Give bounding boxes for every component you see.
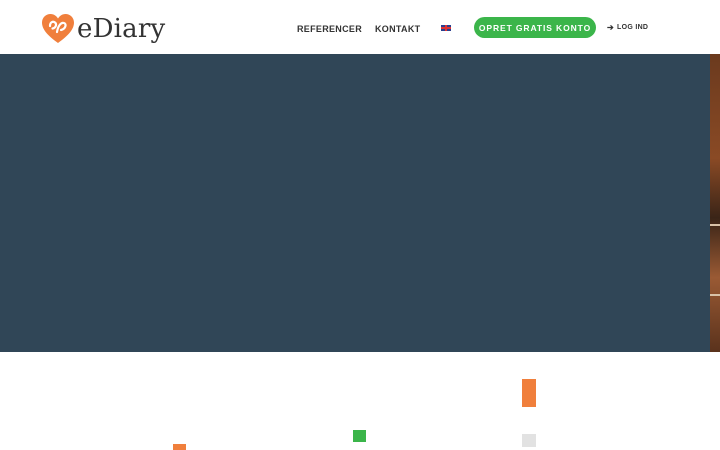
hero-banner	[0, 54, 720, 352]
login-label: LOG IND	[617, 24, 649, 31]
logo[interactable]: eDiary	[41, 12, 165, 46]
site-header: eDiary REFERENCER KONTAKT OPRET GRATIS K…	[0, 0, 720, 54]
uk-flag-icon[interactable]	[441, 25, 451, 31]
arrow-right-icon: ➔	[607, 23, 615, 32]
nav-link-kontakt[interactable]: KONTAKT	[375, 23, 420, 35]
create-free-account-button[interactable]: OPRET GRATIS KONTO	[474, 17, 596, 38]
decorative-gray-block	[522, 434, 536, 447]
nav-link-referencer[interactable]: REFERENCER	[297, 23, 362, 35]
decorative-green-block	[353, 430, 366, 442]
decorative-orange-block-small	[173, 444, 186, 450]
hero-photo-edge	[710, 54, 720, 352]
login-link[interactable]: ➔ LOG IND	[607, 23, 648, 33]
logo-text: eDiary	[77, 14, 166, 44]
decorative-orange-block	[522, 379, 536, 407]
heart-logo-icon	[41, 12, 75, 46]
